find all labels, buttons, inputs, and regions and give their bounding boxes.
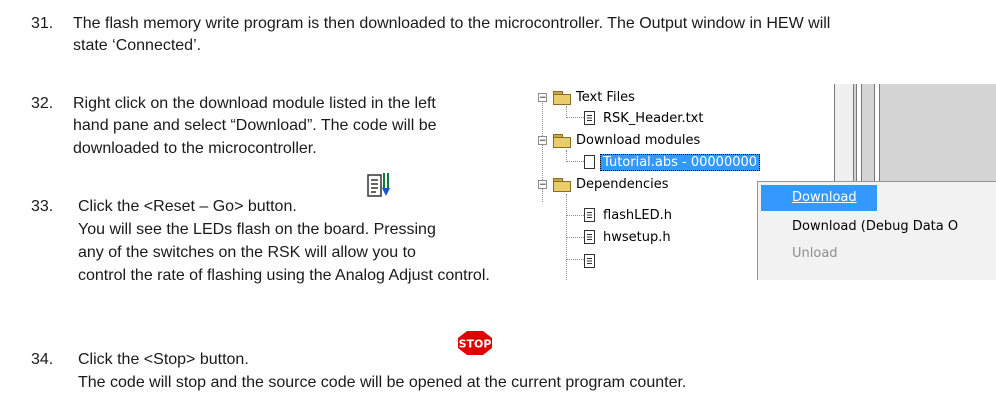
step-text: control the rate of flashing using the A… (78, 267, 490, 284)
text-file-icon (584, 111, 595, 125)
tree-label: Text Files (576, 89, 635, 105)
step-number: 33. (31, 198, 54, 215)
folder-open-icon (553, 177, 571, 192)
step-number: 34. (31, 351, 54, 368)
tree-item-hwsetup[interactable]: hwsetup.h (584, 227, 671, 247)
collapse-icon[interactable]: − (538, 135, 547, 145)
tree-label: RSK_Header.txt (603, 110, 704, 126)
tree-label: hwsetup.h (603, 229, 671, 245)
header-file-icon (584, 254, 595, 268)
scroll-bar[interactable] (856, 84, 862, 182)
step-text: Right click on the download module liste… (73, 95, 436, 112)
step-text: The flash memory write program is then d… (73, 15, 831, 32)
step-text: hand pane and select “Download”. The cod… (73, 117, 437, 134)
menu-item-label: Download (Debug Data O (792, 219, 959, 234)
tree-folder-download-modules[interactable]: − Download modules (538, 130, 700, 150)
menu-item-unload[interactable]: Unload (792, 242, 838, 266)
project-tree-screenshot: − Text Files RSK_Header.txt − Download m… (538, 84, 996, 280)
pane-splitter[interactable] (834, 84, 854, 182)
step-number: 32. (31, 95, 54, 112)
menu-item-download[interactable]: Download (792, 186, 857, 210)
stop-icon: STOP (458, 331, 492, 355)
collapse-icon[interactable]: − (538, 179, 547, 189)
context-menu: Download Download (Debug Data O Unload (757, 181, 996, 280)
tree-item-partial[interactable] (584, 251, 600, 271)
tree-label: flashLED.h (603, 207, 673, 223)
step-text: You will see the LEDs flash on the board… (78, 221, 436, 238)
menu-item-label: Download (792, 190, 857, 205)
menu-item-download-debug[interactable]: Download (Debug Data O (792, 215, 958, 239)
collapse-icon[interactable]: − (538, 92, 547, 102)
tree-item-rsk-header[interactable]: RSK_Header.txt (584, 108, 703, 128)
tree-label: Download modules (576, 132, 701, 148)
tree-item-flashled[interactable]: flashLED.h (584, 205, 672, 225)
step-number: 31. (31, 15, 54, 32)
step-text: downloaded to the microcontroller. (73, 140, 317, 157)
header-file-icon (584, 208, 595, 222)
tree-label: Dependencies (576, 176, 669, 192)
step-text: The code will stop and the source code w… (78, 374, 687, 391)
tree-folder-text-files[interactable]: − Text Files (538, 87, 635, 107)
folder-open-icon (553, 90, 571, 105)
step-text: Click the <Reset – Go> button. (78, 198, 297, 215)
step-text: state ‘Connected’. (73, 37, 202, 54)
reset-go-icon (367, 173, 390, 197)
step-text: Click the <Stop> button. (78, 351, 249, 368)
tree-label-selected: Tutorial.abs - 00000000 (600, 153, 761, 171)
stop-label: STOP (459, 338, 492, 351)
file-icon (584, 155, 595, 169)
tree-folder-dependencies[interactable]: − Dependencies (538, 174, 669, 194)
tree-item-download-module[interactable]: Tutorial.abs - 00000000 (584, 152, 761, 172)
menu-item-label: Unload (792, 246, 838, 261)
step-text: any of the switches on the RSK will allo… (78, 244, 416, 261)
folder-open-icon (553, 133, 571, 148)
scroll-bar[interactable] (874, 84, 880, 182)
header-file-icon (584, 230, 595, 244)
